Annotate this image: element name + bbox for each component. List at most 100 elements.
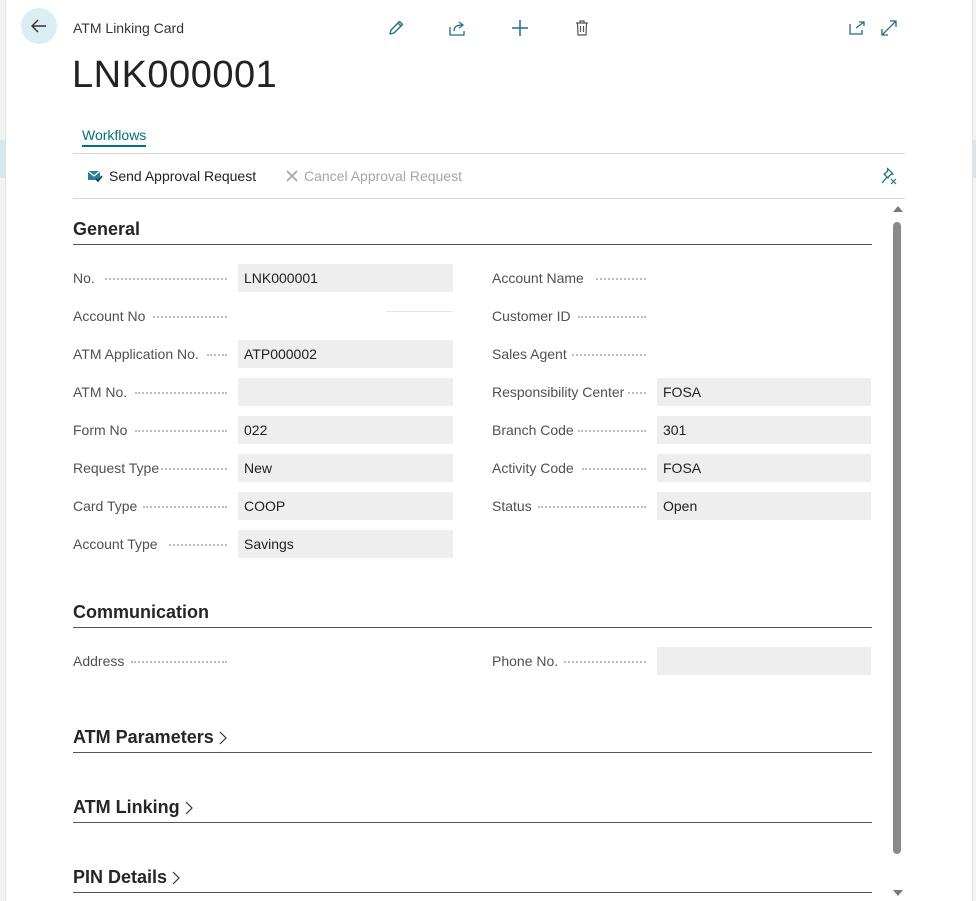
leader-dots <box>169 532 227 546</box>
leader-dots <box>538 494 646 508</box>
leader-dots <box>578 304 646 318</box>
request-type-value[interactable]: New <box>238 454 453 482</box>
field-label: Form No <box>73 422 128 438</box>
field-label: Branch Code <box>492 422 574 438</box>
send-approval-request-label: Send Approval Request <box>109 168 257 184</box>
field-label: Phone No. <box>492 653 559 669</box>
atm-no-value[interactable] <box>238 378 453 406</box>
card-content: General No. LNK000001 Account No ATM App… <box>73 205 873 901</box>
leader-dots <box>582 456 646 470</box>
back-button[interactable] <box>21 8 57 44</box>
account-no-value[interactable] <box>386 299 453 312</box>
field-account-name: Account Name <box>492 264 872 292</box>
account-type-value[interactable]: Savings <box>238 530 453 558</box>
share-button[interactable] <box>445 16 469 40</box>
field-account-type: Account Type Savings <box>73 530 453 558</box>
scroll-down-arrow-icon[interactable] <box>893 890 903 896</box>
section-pin-details-title: PIN Details <box>73 867 181 888</box>
cancel-approval-request-button[interactable]: Cancel Approval Request <box>286 168 462 184</box>
pin-action-bar-button[interactable] <box>879 166 899 186</box>
field-no: No. LNK000001 <box>73 264 453 292</box>
pin-icon <box>881 167 897 185</box>
section-atm-parameters-label: ATM Parameters <box>73 727 214 747</box>
leader-dots <box>153 304 227 318</box>
field-label: Responsibility Center <box>492 384 625 400</box>
section-general[interactable]: General <box>73 205 872 245</box>
field-branch-code: Branch Code 301 <box>492 416 872 444</box>
branch-code-value[interactable]: 301 <box>657 416 871 444</box>
activity-code-value[interactable]: FOSA <box>657 454 871 482</box>
delete-button[interactable] <box>570 16 594 40</box>
leader-dots <box>143 494 227 508</box>
section-atm-linking[interactable]: ATM Linking <box>73 783 872 823</box>
section-general-title: General <box>73 219 141 239</box>
section-communication[interactable]: Communication <box>73 588 872 628</box>
new-button[interactable] <box>508 16 532 40</box>
expand-button[interactable] <box>877 16 901 40</box>
cancel-approval-request-label: Cancel Approval Request <box>304 168 462 184</box>
card-type-value[interactable]: COOP <box>238 492 453 520</box>
field-account-no: Account No <box>73 302 453 330</box>
field-activity-code: Activity Code FOSA <box>492 454 872 482</box>
field-status: Status Open <box>492 492 872 520</box>
field-responsibility-center: Responsibility Center FOSA <box>492 378 872 406</box>
field-sales-agent: Sales Agent <box>492 340 872 368</box>
field-label: Account Type <box>73 536 158 552</box>
leader-dots <box>105 266 227 280</box>
arrow-left-icon <box>31 19 46 33</box>
field-label: Account Name <box>492 270 584 286</box>
vertical-scrollbar[interactable] <box>891 204 903 901</box>
section-pin-details[interactable]: PIN Details <box>73 853 872 893</box>
status-value[interactable]: Open <box>657 492 871 520</box>
trash-icon <box>576 20 588 36</box>
section-atm-parameters[interactable]: ATM Parameters <box>73 713 872 753</box>
section-pin-details-label: PIN Details <box>73 867 168 887</box>
no-value[interactable]: LNK000001 <box>238 264 453 292</box>
field-phone-no: Phone No. <box>492 647 872 675</box>
send-approval-request-button[interactable]: Send Approval Request <box>87 168 256 184</box>
scrollbar-thumb[interactable] <box>893 222 901 854</box>
responsibility-center-value[interactable]: FOSA <box>657 378 871 406</box>
atm-linking-card-dialog: ATM Linking Card LNK000001 Workflows Sen… <box>7 0 971 901</box>
expand-icon <box>881 20 897 36</box>
field-label: Sales Agent <box>492 346 567 362</box>
section-atm-linking-label: ATM Linking <box>73 797 180 817</box>
page-title: LNK000001 <box>72 54 278 96</box>
field-label: ATM No. <box>73 384 128 400</box>
field-label: Address <box>73 653 125 669</box>
field-request-type: Request Type New <box>73 454 453 482</box>
leader-dots <box>161 456 227 470</box>
action-bar: Send Approval Request Cancel Approval Re… <box>73 154 905 199</box>
background-window-right <box>972 0 976 901</box>
form-no-value[interactable]: 022 <box>238 416 453 444</box>
leader-dots <box>564 649 646 663</box>
plus-icon <box>512 20 528 36</box>
send-mail-icon <box>87 170 103 183</box>
open-in-new-window-icon <box>849 21 865 35</box>
scroll-up-arrow-icon[interactable] <box>893 206 903 212</box>
field-form-no: Form No 022 <box>73 416 453 444</box>
field-atm-no: ATM No. <box>73 378 453 406</box>
leader-dots <box>135 418 227 432</box>
share-icon <box>449 21 465 36</box>
background-highlight <box>0 140 6 178</box>
page-caption: ATM Linking Card <box>73 20 185 36</box>
leader-dots <box>628 380 646 394</box>
sales-agent-value <box>657 340 872 368</box>
atm-application-no-value[interactable]: ATP000002 <box>238 340 453 368</box>
open-new-window-button[interactable] <box>845 16 869 40</box>
tab-workflows[interactable]: Workflows <box>82 127 147 147</box>
tab-bar: Workflows <box>73 125 905 154</box>
leader-dots <box>572 342 646 356</box>
edit-button[interactable] <box>384 16 408 40</box>
phone-no-value[interactable] <box>657 647 871 675</box>
field-card-type: Card Type COOP <box>73 492 453 520</box>
chevron-right-icon <box>185 801 193 814</box>
background-window-left <box>0 0 6 901</box>
field-label: Activity Code <box>492 460 574 476</box>
chevron-right-icon <box>172 871 180 884</box>
section-communication-title: Communication <box>73 602 210 622</box>
close-icon <box>286 170 298 182</box>
field-label: Status <box>492 498 532 514</box>
field-label: Customer ID <box>492 308 571 324</box>
